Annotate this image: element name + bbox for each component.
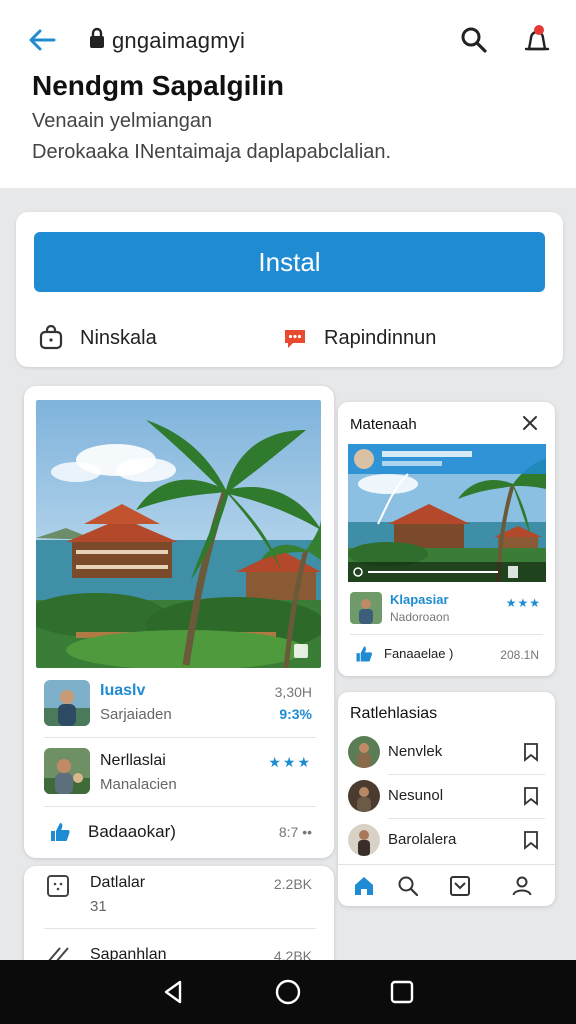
avatar — [348, 824, 380, 856]
footer-meta: 208.1N — [500, 648, 539, 662]
item-subtitle: Manalacien — [100, 776, 177, 793]
divider — [350, 634, 543, 635]
list-item[interactable]: Klapasiar Nadoroaon ★★★ — [338, 588, 555, 630]
hero-image[interactable] — [36, 400, 321, 668]
card-footer[interactable]: Badaaokar) 8:7 •• — [24, 814, 334, 850]
avatar — [348, 780, 380, 812]
divider — [44, 737, 316, 738]
avatar — [350, 592, 382, 624]
back-arrow-icon[interactable] — [26, 24, 60, 56]
footer-label: Badaaokar) — [88, 822, 176, 841]
thumbs-up-icon — [51, 823, 70, 841]
secondary-action-1-label: Ninskala — [80, 326, 157, 349]
bookmark-icon[interactable] — [523, 742, 539, 762]
secondary-action-2-label: Rapindinnun — [324, 326, 437, 349]
avatar — [44, 748, 90, 794]
popup-title: Matenaah — [350, 416, 417, 433]
bookmark-icon[interactable] — [523, 830, 539, 850]
avatar — [44, 680, 90, 726]
card-footer[interactable]: Fanaaelae ) 208.1N — [338, 640, 555, 670]
dashboard-icon — [47, 875, 69, 897]
home-icon[interactable] — [352, 874, 376, 898]
related-item[interactable]: Nesunol — [338, 776, 555, 818]
divider — [388, 818, 545, 819]
item-subtitle: Sarjaiaden — [100, 706, 172, 723]
home-circle-icon[interactable] — [274, 978, 302, 1006]
thumbs-up-icon — [356, 646, 373, 662]
page-title: Nendgm Sapalgilin — [32, 70, 285, 101]
back-triangle-icon[interactable] — [160, 978, 188, 1006]
search-icon[interactable] — [396, 874, 420, 898]
notification-icon[interactable] — [520, 22, 554, 56]
list-item[interactable]: Nerllaslai Manalacien ★★★ — [24, 744, 334, 804]
footer-meta: 8:7 •• — [278, 824, 312, 840]
bag-icon — [39, 325, 63, 350]
item-subtitle: Nadoroaon — [390, 610, 450, 624]
secondary-action-2[interactable]: Rapindinnun — [282, 322, 436, 354]
related-item-label: Nenvlek — [388, 743, 443, 760]
browser-toolbar: gngaimagmyi — [0, 18, 576, 62]
item-meta: 2.2BK — [273, 876, 312, 892]
item-rating: ★★★ — [268, 754, 312, 770]
related-item[interactable]: Nenvlek — [338, 732, 555, 774]
divider — [44, 928, 316, 929]
item-rating: ★★★ — [505, 596, 541, 610]
feature-card: Iuaslv Sarjaiaden 3,30H 9:3% Nerllaslai … — [24, 386, 334, 858]
avatar — [348, 736, 380, 768]
item-title: Iuaslv — [100, 682, 146, 699]
related-card: Ratlehlasias Nenvlek Nesunol Barolalera — [338, 692, 555, 906]
item-title: Datlalar — [90, 874, 146, 891]
mini-bottom-nav — [338, 864, 555, 906]
page-header: gngaimagmyi Nendgm Sapalgilin Venaain ye… — [0, 0, 576, 188]
secondary-action-1[interactable]: Ninskala — [38, 322, 157, 354]
page-subtitle: Venaain yelmiangan — [32, 110, 213, 132]
system-navigation-bar — [0, 960, 576, 1024]
install-button[interactable]: Instal — [34, 232, 545, 292]
popup-card: Matenaah Klapasiar Nadoroaon ★★★ Fanaael… — [338, 402, 555, 676]
item-rating: 9:3% — [279, 706, 312, 722]
related-title: Ratlehlasias — [350, 705, 438, 722]
related-item-label: Nesunol — [388, 787, 444, 804]
profile-icon[interactable] — [510, 874, 534, 898]
recents-square-icon[interactable] — [388, 978, 416, 1006]
preview-image[interactable] — [348, 444, 546, 582]
search-icon[interactable] — [458, 24, 490, 56]
item-title: Klapasiar — [390, 592, 449, 607]
lock-icon — [88, 27, 106, 49]
chat-icon — [285, 330, 305, 348]
page-description: Derokaaka INentaimaja daplapabclalian. — [32, 141, 392, 163]
related-item-label: Barolalera — [388, 831, 457, 848]
divider — [44, 806, 316, 807]
divider — [388, 774, 545, 775]
item-meta: 3,30H — [274, 684, 312, 700]
url-text[interactable]: gngaimagmyi — [112, 28, 245, 54]
close-icon[interactable] — [521, 414, 539, 432]
item-title: Nerllaslai — [100, 752, 166, 769]
install-card: Instal Ninskala Rapindinnun — [16, 212, 563, 367]
inbox-icon[interactable] — [448, 874, 472, 898]
bookmark-icon[interactable] — [523, 786, 539, 806]
item-subtitle: 31 — [90, 898, 107, 915]
related-item[interactable]: Barolalera — [338, 820, 555, 862]
footer-label: Fanaaelae ) — [384, 646, 454, 661]
list-item[interactable]: Iuaslv Sarjaiaden 3,30H 9:3% — [24, 676, 334, 736]
